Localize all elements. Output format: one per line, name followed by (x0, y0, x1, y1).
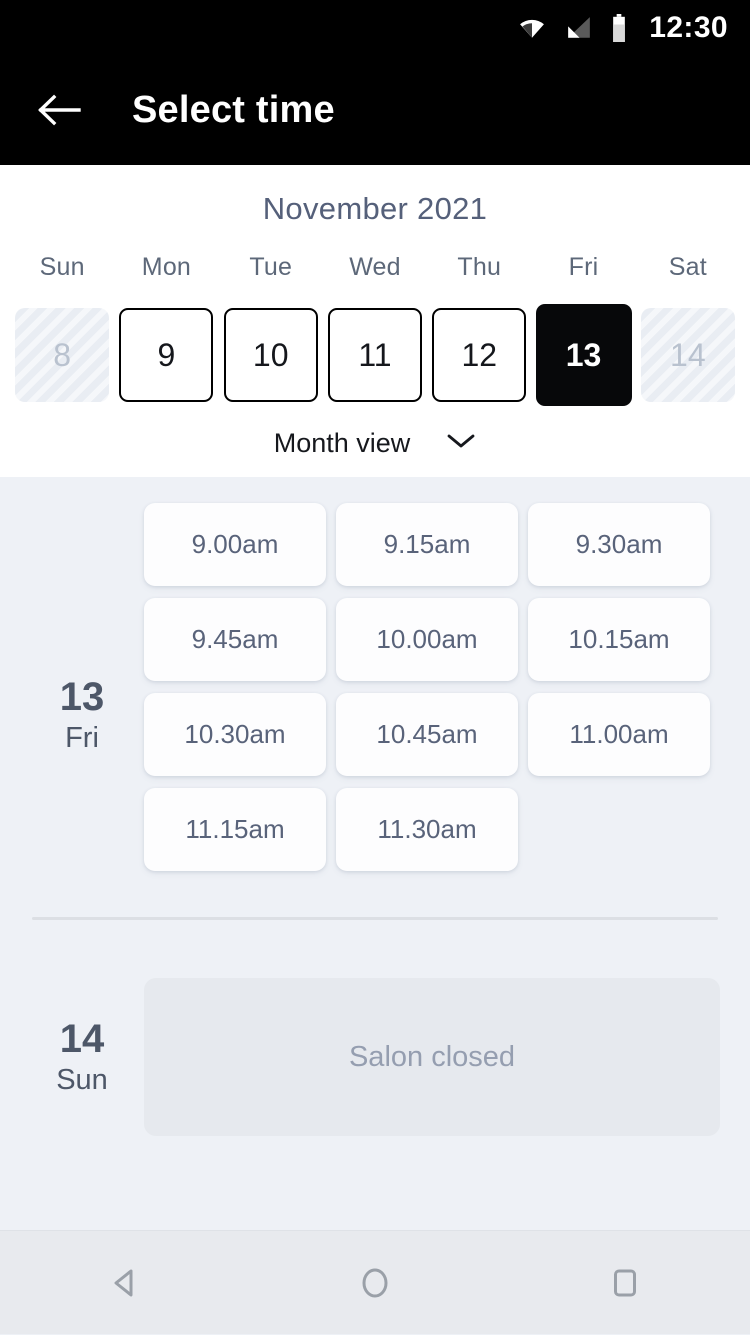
time-slot[interactable]: 10.30am (144, 693, 326, 776)
day-label-number: 14 (60, 1018, 105, 1060)
time-slot[interactable]: 9.15am (336, 503, 518, 586)
time-slot[interactable]: 10.45am (336, 693, 518, 776)
section-divider (32, 917, 718, 920)
time-slot-grid: 9.00am 9.15am 9.30am 9.45am 10.00am 10.1… (134, 503, 720, 871)
wifi-icon (517, 15, 547, 41)
calendar-month-title: November 2021 (0, 191, 750, 227)
month-view-toggle[interactable]: Month view (0, 428, 750, 459)
date-cell-14: 14 (641, 308, 735, 402)
signal-icon (565, 15, 593, 41)
date-strip: 8 9 10 11 12 13 14 (0, 304, 750, 406)
time-slot[interactable]: 10.00am (336, 598, 518, 681)
weekday-header-row: Sun Mon Tue Wed Thu Fri Sat (0, 253, 750, 282)
day-section-13: 13 Fri 9.00am 9.15am 9.30am 9.45am 10.00… (0, 503, 750, 871)
arrow-left-icon[interactable] (36, 87, 82, 133)
time-slot[interactable]: 11.30am (336, 788, 518, 871)
date-cell-9[interactable]: 9 (119, 308, 213, 402)
date-cell-8: 8 (15, 308, 109, 402)
nav-back-icon[interactable] (70, 1231, 180, 1335)
day-label-weekday: Sun (56, 1064, 108, 1097)
page-title: Select time (132, 89, 335, 132)
chevron-down-icon[interactable] (446, 432, 476, 455)
calendar-panel: November 2021 Sun Mon Tue Wed Thu Fri Sa… (0, 165, 750, 477)
weekday-label: Wed (349, 253, 401, 281)
month-view-label: Month view (274, 428, 411, 459)
weekday-label: Fri (569, 253, 599, 281)
weekday-label: Tue (249, 253, 292, 281)
status-bar: 12:30 (0, 0, 750, 55)
android-nav-bar (0, 1230, 750, 1334)
time-slot[interactable]: 9.00am (144, 503, 326, 586)
date-cell-13-selected[interactable]: 13 (536, 304, 632, 406)
status-clock: 12:30 (649, 11, 728, 45)
weekday-label: Sat (669, 253, 707, 281)
battery-icon (611, 14, 627, 42)
weekday-label: Thu (457, 253, 501, 281)
salon-closed-card: Salon closed (144, 978, 720, 1136)
date-cell-11[interactable]: 11 (328, 308, 422, 402)
time-slot[interactable]: 9.45am (144, 598, 326, 681)
time-slot[interactable]: 11.00am (528, 693, 710, 776)
schedule-body: 13 Fri 9.00am 9.15am 9.30am 9.45am 10.00… (0, 477, 750, 1136)
date-cell-12[interactable]: 12 (432, 308, 526, 402)
day-label-13: 13 Fri (30, 503, 134, 871)
day-label-weekday: Fri (65, 722, 99, 755)
day-label-number: 13 (60, 676, 105, 718)
time-slot[interactable]: 11.15am (144, 788, 326, 871)
nav-recents-icon[interactable] (570, 1231, 680, 1335)
weekday-label: Mon (142, 253, 191, 281)
day-label-14: 14 Sun (30, 978, 134, 1136)
weekday-label: Sun (40, 253, 85, 281)
date-cell-10[interactable]: 10 (224, 308, 318, 402)
app-bar: Select time (0, 55, 750, 165)
nav-home-icon[interactable] (320, 1231, 430, 1335)
time-slot[interactable]: 10.15am (528, 598, 710, 681)
time-slot[interactable]: 9.30am (528, 503, 710, 586)
day-section-14: 14 Sun Salon closed (0, 978, 750, 1136)
